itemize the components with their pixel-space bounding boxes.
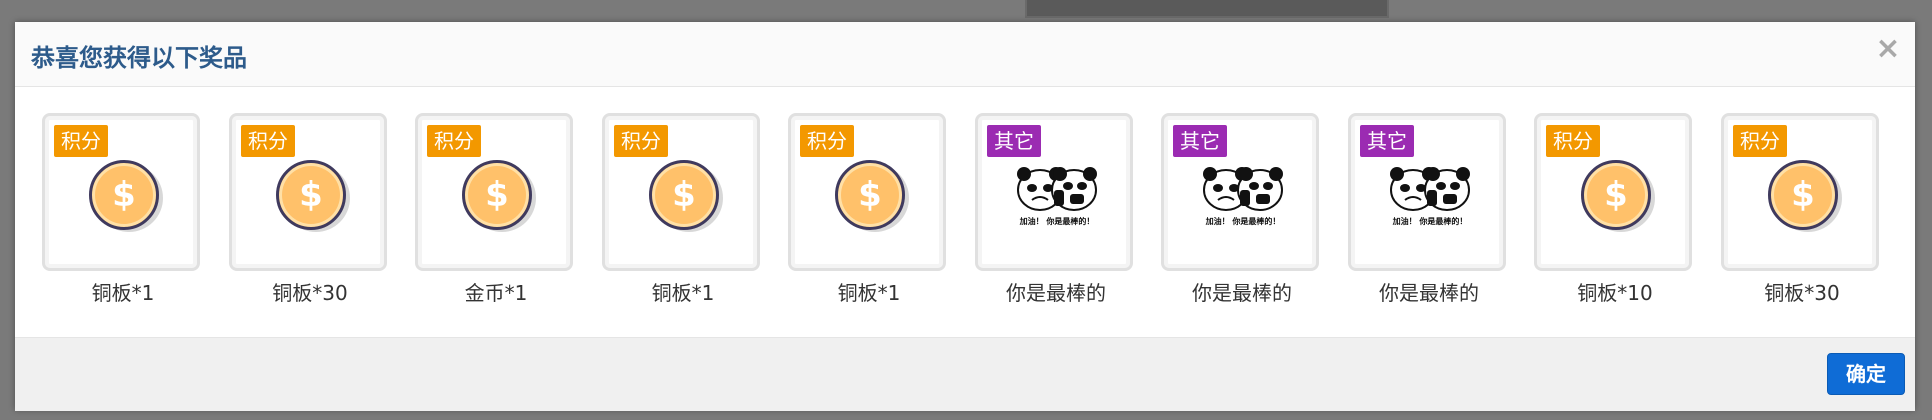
prize-item: 积分 $ 铜板*1 bbox=[788, 113, 950, 306]
prize-item: 其它加油！ 你是最棒的！ 你是最棒的 bbox=[975, 113, 1137, 306]
prize-label: 铜板*1 bbox=[837, 281, 901, 305]
prize-label: 铜板*30 bbox=[272, 281, 348, 305]
dollar-coin-icon: $ bbox=[835, 160, 909, 232]
points-tag: 积分 bbox=[1546, 125, 1600, 157]
prize-card: 积分 $ bbox=[42, 113, 200, 271]
prize-label: 铜板*1 bbox=[651, 281, 715, 305]
points-tag: 积分 bbox=[1733, 125, 1787, 157]
prize-item: 其它加油！ 你是最棒的！ 你是最棒的 bbox=[1348, 113, 1510, 306]
dollar-coin-icon: $ bbox=[462, 160, 536, 232]
prize-card: 其它加油！ 你是最棒的！ bbox=[1161, 113, 1319, 271]
prize-item: 积分 $ 金币*1 bbox=[415, 113, 577, 306]
dialog-footer: 确定 bbox=[15, 337, 1915, 411]
panda-meme-image: 加油！ 你是最棒的！ bbox=[1014, 164, 1100, 226]
dollar-coin-icon: $ bbox=[89, 160, 163, 232]
other-tag: 其它 bbox=[987, 125, 1041, 157]
prize-card: 积分 $ bbox=[229, 113, 387, 271]
prize-label: 你是最棒的 bbox=[1192, 281, 1292, 305]
prize-label: 铜板*10 bbox=[1577, 281, 1653, 305]
prize-label: 铜板*30 bbox=[1764, 281, 1840, 305]
dialog-title: 恭喜您获得以下奖品 bbox=[31, 44, 247, 72]
dollar-coin-icon: $ bbox=[649, 160, 723, 232]
prize-card: 积分 $ bbox=[1534, 113, 1692, 271]
prize-item: 积分 $ 铜板*30 bbox=[229, 113, 391, 306]
prize-card: 积分 $ bbox=[415, 113, 573, 271]
close-button[interactable]: × bbox=[1873, 34, 1903, 64]
panda-meme-image: 加油！ 你是最棒的！ bbox=[1200, 164, 1286, 226]
dollar-coin-icon: $ bbox=[1581, 160, 1655, 232]
prize-item: 积分 $ 铜板*1 bbox=[42, 113, 204, 306]
points-tag: 积分 bbox=[54, 125, 108, 157]
prize-dialog: 恭喜您获得以下奖品 × 积分 $ 铜板*1 积分 $ 铜板*30 积分 $ 金币*1 积分 $ 铜板*… bbox=[15, 22, 1915, 411]
prize-list: 积分 $ 铜板*1 积分 $ 铜板*30 积分 $ 金币*1 积分 $ 铜板*1 积分 $ 铜板*1 其它 加油… bbox=[15, 87, 1915, 338]
prize-label: 你是最棒的 bbox=[1006, 281, 1106, 305]
prize-item: 积分 $ 铜板*10 bbox=[1534, 113, 1696, 306]
prize-item: 积分 $ 铜板*30 bbox=[1721, 113, 1883, 306]
background-header-strip bbox=[1025, 0, 1389, 18]
prize-card: 积分 $ bbox=[788, 113, 946, 271]
prize-card: 积分 $ bbox=[1721, 113, 1879, 271]
dollar-coin-icon: $ bbox=[1768, 160, 1842, 232]
confirm-button[interactable]: 确定 bbox=[1827, 353, 1905, 395]
other-tag: 其它 bbox=[1173, 125, 1227, 157]
prize-label: 你是最棒的 bbox=[1379, 281, 1479, 305]
prize-label: 铜板*1 bbox=[91, 281, 155, 305]
panda-meme-image: 加油！ 你是最棒的！ bbox=[1387, 164, 1473, 226]
prize-card: 其它加油！ 你是最棒的！ bbox=[1348, 113, 1506, 271]
dollar-coin-icon: $ bbox=[276, 160, 350, 232]
prize-card: 积分 $ bbox=[602, 113, 760, 271]
prize-card: 其它加油！ 你是最棒的！ bbox=[975, 113, 1133, 271]
prize-item: 积分 $ 铜板*1 bbox=[602, 113, 764, 306]
dialog-header: 恭喜您获得以下奖品 × bbox=[15, 22, 1915, 87]
other-tag: 其它 bbox=[1360, 125, 1414, 157]
prize-item: 其它加油！ 你是最棒的！ 你是最棒的 bbox=[1161, 113, 1323, 306]
points-tag: 积分 bbox=[427, 125, 481, 157]
points-tag: 积分 bbox=[241, 125, 295, 157]
points-tag: 积分 bbox=[800, 125, 854, 157]
points-tag: 积分 bbox=[614, 125, 668, 157]
prize-label: 金币*1 bbox=[464, 281, 528, 305]
